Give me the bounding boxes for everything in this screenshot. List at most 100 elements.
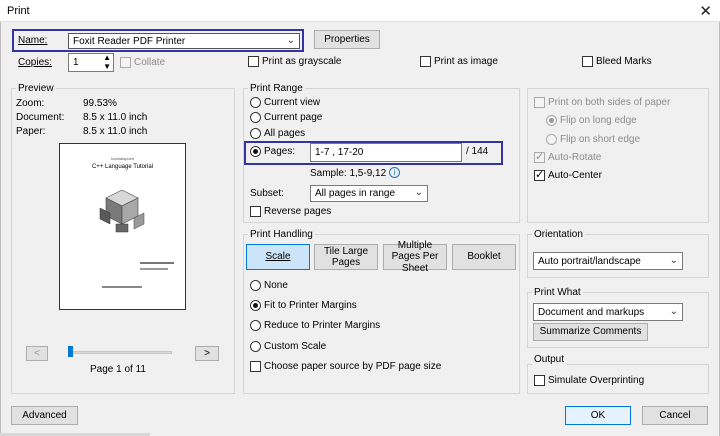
auto-rotate-checkbox[interactable]: ✓ <box>534 151 545 163</box>
title-bar: Print ✕ <box>0 0 720 22</box>
flip-long-radio[interactable] <box>546 115 557 126</box>
current-page-radio[interactable] <box>250 112 261 123</box>
printer-select[interactable]: Foxit Reader PDF Printer ⌄ <box>68 33 300 49</box>
pages-input-value: 1-7 , 17-20 <box>315 147 364 158</box>
output-title: Output <box>532 354 567 365</box>
print-as-image-label: Print as image <box>434 56 498 67</box>
flip-short-radio[interactable] <box>546 134 557 145</box>
properties-button[interactable]: Properties <box>314 30 380 49</box>
current-page-label: Current page <box>264 112 323 123</box>
flip-long-label: Flip on long edge <box>560 115 637 126</box>
chevron-down-icon: ⌄ <box>414 187 423 198</box>
chevron-down-icon: ⌄ <box>669 306 678 317</box>
copies-label: Copies: <box>18 57 52 68</box>
orientation-select-value: Auto portrait/landscape <box>538 256 641 267</box>
collate-label: Collate <box>134 57 166 68</box>
document-size-label: Document: <box>16 112 65 123</box>
pages-sample: Sample: 1,5-9,12 <box>310 168 387 179</box>
both-sides-checkbox[interactable] <box>534 97 545 108</box>
reduce-margins-label: Reduce to Printer Margins <box>264 320 381 331</box>
grayscale-checkbox[interactable] <box>248 56 259 67</box>
page-slider-thumb[interactable] <box>68 346 73 357</box>
simulate-overprinting-checkbox[interactable] <box>534 375 545 386</box>
printer-select-value: Foxit Reader PDF Printer <box>73 36 186 47</box>
print-what-title: Print What <box>532 287 583 298</box>
info-icon: i <box>389 167 400 178</box>
simulate-overprinting-label: Simulate Overprinting <box>548 375 645 386</box>
copies-stepper[interactable]: 1 ▲ ▼ <box>68 53 114 72</box>
pages-radio[interactable] <box>250 146 261 157</box>
all-pages-radio[interactable] <box>250 128 261 139</box>
page-counter: Page 1 of 11 <box>90 364 146 375</box>
checkmark-icon: ✓ <box>535 151 545 163</box>
page-slider-track[interactable] <box>70 351 172 354</box>
print-what-select[interactable]: Document and markups ⌄ <box>533 303 683 321</box>
cancel-button[interactable]: Cancel <box>642 406 708 425</box>
zoom-label: Zoom: <box>16 98 45 109</box>
reverse-pages-checkbox[interactable] <box>250 206 261 217</box>
scale-none-radio[interactable] <box>250 280 261 291</box>
summarize-comments-button[interactable]: Summarize Comments <box>533 323 648 341</box>
chevron-down-icon: ⌄ <box>286 35 295 46</box>
auto-center-label: Auto-Center <box>548 170 602 181</box>
all-pages-label: All pages <box>264 128 306 139</box>
flip-short-label: Flip on short edge <box>560 134 641 145</box>
collate-checkbox[interactable] <box>120 57 131 68</box>
subset-select-value: All pages in range <box>315 188 396 199</box>
tab-multiple-pages[interactable]: Multiple Pages Per Sheet <box>383 240 447 274</box>
window-title: Print <box>7 5 30 17</box>
custom-scale-label: Custom Scale <box>264 341 327 352</box>
preview-text-line <box>140 262 174 264</box>
next-page-button[interactable]: > <box>195 346 219 361</box>
pages-total: / 144 <box>466 146 489 157</box>
paper-source-label: Choose paper source by PDF page size <box>264 361 442 372</box>
both-sides-label: Print on both sides of paper <box>548 97 671 108</box>
stepper-up-icon[interactable]: ▲ <box>103 53 111 62</box>
orientation-select[interactable]: Auto portrait/landscape ⌄ <box>533 252 683 270</box>
orientation-title: Orientation <box>532 229 585 240</box>
print-handling-title: Print Handling <box>248 229 315 240</box>
fit-margins-radio[interactable] <box>250 300 261 311</box>
reverse-pages-label: Reverse pages <box>264 206 332 217</box>
fit-margins-label: Fit to Printer Margins <box>264 300 357 311</box>
pages-input[interactable]: 1-7 , 17-20 <box>310 143 462 162</box>
copies-value: 1 <box>73 57 79 68</box>
ok-button[interactable]: OK <box>565 406 631 425</box>
preview-heading: C++ Language Tutorial <box>91 164 154 170</box>
page-preview: tutorialspoint C++ Language Tutorial <box>59 143 186 310</box>
tab-booklet[interactable]: Booklet <box>452 244 516 270</box>
close-icon[interactable]: ✕ <box>699 2 712 20</box>
current-view-label: Current view <box>264 97 321 108</box>
reduce-margins-radio[interactable] <box>250 320 261 331</box>
preview-small-text: tutorialspoint <box>111 156 134 161</box>
scale-none-label: None <box>264 280 288 291</box>
auto-rotate-label: Auto-Rotate <box>548 152 602 163</box>
stepper-down-icon[interactable]: ▼ <box>103 62 111 71</box>
tab-scale[interactable]: Scale <box>246 244 310 270</box>
custom-scale-radio[interactable] <box>250 341 261 352</box>
preview-text-line <box>102 286 142 288</box>
chevron-down-icon: ⌄ <box>669 255 678 266</box>
paper-size-value: 8.5 x 11.0 inch <box>83 126 148 137</box>
pages-label: Pages: <box>264 146 296 157</box>
prev-page-button[interactable]: < <box>26 346 48 361</box>
advanced-button[interactable]: Advanced <box>11 406 78 425</box>
grayscale-label: Print as grayscale <box>262 56 342 67</box>
print-as-image-checkbox[interactable] <box>420 56 431 67</box>
subset-label: Subset: <box>250 188 284 199</box>
bleed-marks-label: Bleed Marks <box>596 56 652 67</box>
cube-logo-icon <box>99 189 145 233</box>
bleed-marks-checkbox[interactable] <box>582 56 593 67</box>
paper-size-label: Paper: <box>16 126 46 137</box>
print-range-title: Print Range <box>248 83 305 94</box>
subset-select[interactable]: All pages in range ⌄ <box>310 185 428 202</box>
paper-source-checkbox[interactable] <box>250 361 261 372</box>
checkmark-icon: ✓ <box>535 169 545 181</box>
tab-tile-large-pages[interactable]: Tile Large Pages <box>314 244 378 270</box>
zoom-value: 99.53% <box>83 98 117 109</box>
document-size-value: 8.5 x 11.0 inch <box>83 112 148 123</box>
preview-text-line <box>140 268 168 270</box>
current-view-radio[interactable] <box>250 97 261 108</box>
printer-name-label: Name: <box>18 35 48 46</box>
auto-center-checkbox[interactable]: ✓ <box>534 169 545 181</box>
